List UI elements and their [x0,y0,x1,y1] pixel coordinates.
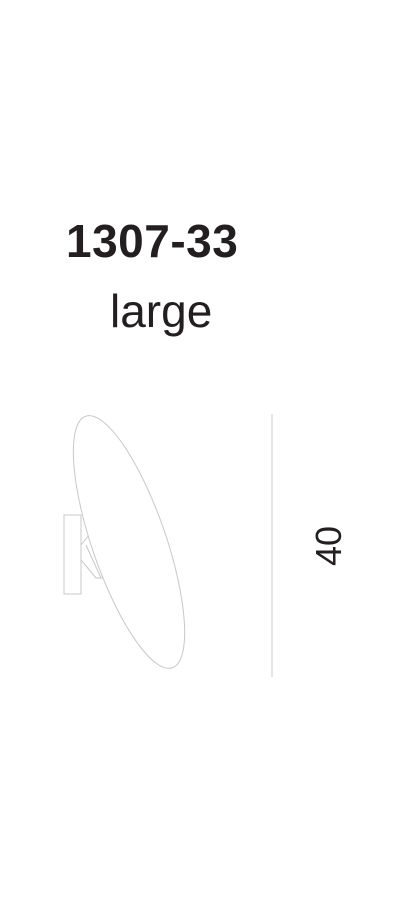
lamp-side-view-drawing [63,414,273,677]
wall-plate [63,514,82,595]
lamp-disc [72,415,186,669]
height-dimension-label: 40 [308,525,349,567]
